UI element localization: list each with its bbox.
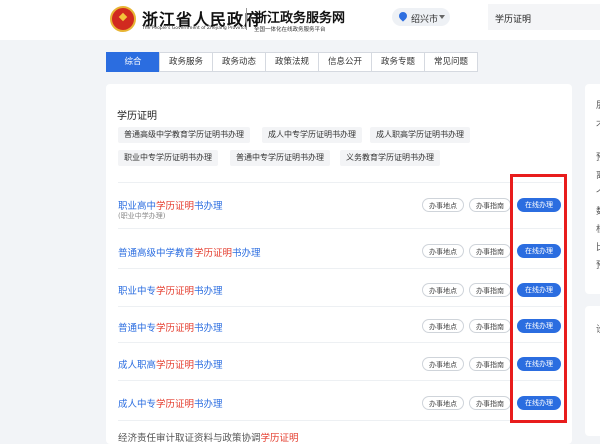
tab-services[interactable]: 政务服务 bbox=[159, 52, 213, 72]
right-panel-text: 数 bbox=[596, 204, 600, 217]
service-subtitle: (职业中学办理) bbox=[118, 212, 166, 220]
guide-button[interactable]: 办事指南 bbox=[469, 396, 511, 410]
national-emblem-icon bbox=[110, 6, 136, 32]
guide-button[interactable]: 办事指南 bbox=[469, 198, 511, 212]
guide-button[interactable]: 办事指南 bbox=[469, 357, 511, 371]
guide-button[interactable]: 办事指南 bbox=[469, 319, 511, 333]
location-button[interactable]: 办事地点 bbox=[422, 319, 464, 333]
related-chip[interactable]: 成人职高学历证明书办理 bbox=[370, 127, 470, 143]
service-link[interactable]: 成人中专学历证明书办理 bbox=[118, 396, 223, 410]
location-button[interactable]: 办事地点 bbox=[422, 396, 464, 410]
tab-policies[interactable]: 政策法规 bbox=[265, 52, 319, 72]
chevron-down-icon bbox=[439, 15, 445, 19]
right-panel-text: 根 bbox=[596, 222, 600, 235]
annotation-highlight-box bbox=[510, 174, 567, 423]
gov-title-en: The People's Government of Zhejiang Prov… bbox=[142, 26, 248, 31]
logo-divider bbox=[246, 8, 247, 30]
search-value: 学历证明 bbox=[495, 15, 532, 25]
site-subtitle: 全国一体化在线政务服务平台 bbox=[254, 27, 326, 33]
location-button[interactable]: 办事地点 bbox=[422, 198, 464, 212]
row-divider bbox=[118, 342, 562, 343]
category-tabs: 综合 政务服务 政务动态 政策法规 信息公开 政务专题 常见问题 bbox=[106, 52, 478, 72]
right-panel-text: 层 bbox=[596, 98, 600, 111]
related-chip[interactable]: 普通高级中学教育学历证明书办理 bbox=[118, 127, 250, 143]
service-link[interactable]: 职业高中学历证明书办理 bbox=[118, 198, 223, 212]
related-chip[interactable]: 职业中专学历证明书办理 bbox=[118, 150, 218, 166]
service-link[interactable]: 职业中专学历证明书办理 bbox=[118, 283, 223, 297]
row-divider bbox=[118, 268, 562, 269]
right-panel-text: 设 bbox=[596, 322, 600, 335]
section-title: 学历证明 bbox=[117, 111, 157, 122]
service-link[interactable]: 普通中专学历证明书办理 bbox=[118, 320, 223, 334]
row-divider bbox=[118, 182, 562, 183]
location-button[interactable]: 办事地点 bbox=[422, 244, 464, 258]
right-panel-text: 预 bbox=[596, 150, 600, 163]
location-selector[interactable]: 绍兴市 bbox=[392, 8, 450, 26]
tab-faq[interactable]: 常见问题 bbox=[424, 52, 478, 72]
guide-button[interactable]: 办事指南 bbox=[469, 283, 511, 297]
related-chip[interactable]: 普通中专学历证明书办理 bbox=[230, 150, 330, 166]
service-link[interactable]: 经济责任审计取证资料与政策协调学历证明 bbox=[118, 430, 299, 444]
tab-topics[interactable]: 政务专题 bbox=[371, 52, 425, 72]
tab-all[interactable]: 综合 bbox=[106, 52, 160, 72]
tab-disclosure[interactable]: 信息公开 bbox=[318, 52, 372, 72]
search-input[interactable]: 学历证明 bbox=[488, 4, 600, 30]
row-divider bbox=[118, 228, 562, 229]
row-divider bbox=[118, 306, 562, 307]
related-chip[interactable]: 成人中专学历证明书办理 bbox=[262, 127, 362, 143]
right-panel-text: 预 bbox=[596, 258, 600, 271]
location-button[interactable]: 办事地点 bbox=[422, 357, 464, 371]
location-button[interactable]: 办事地点 bbox=[422, 283, 464, 297]
guide-button[interactable]: 办事指南 bbox=[469, 244, 511, 258]
related-chip[interactable]: 义务教育学历证明书办理 bbox=[340, 150, 440, 166]
service-link[interactable]: 普通高级中学教育学历证明书办理 bbox=[118, 245, 261, 259]
row-divider bbox=[118, 380, 562, 381]
row-divider bbox=[118, 420, 562, 421]
right-panel-text: 离 bbox=[596, 168, 600, 181]
location-label: 绍兴市 bbox=[411, 15, 439, 25]
site-title[interactable]: 浙江政务服务网 bbox=[254, 7, 345, 26]
right-panel-text: 不 bbox=[596, 118, 600, 131]
tab-news[interactable]: 政务动态 bbox=[212, 52, 266, 72]
location-pin-icon bbox=[397, 10, 409, 22]
right-panel-text: 个 bbox=[596, 186, 600, 199]
site-header: 浙江省人民政府 The People's Government of Zheji… bbox=[0, 0, 600, 40]
right-panel-text: 比 bbox=[596, 240, 600, 253]
service-link[interactable]: 成人职高学历证明书办理 bbox=[118, 357, 223, 371]
